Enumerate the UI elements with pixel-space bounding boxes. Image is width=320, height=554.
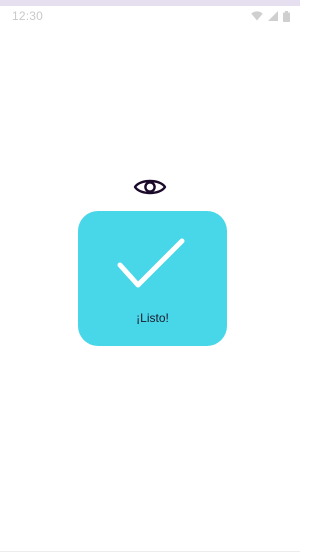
status-time: 12:30 — [12, 9, 44, 23]
success-label: ¡Listo! — [136, 311, 169, 325]
status-bar: 12:30 — [0, 6, 300, 26]
visibility-toggle-button[interactable] — [133, 175, 167, 199]
bottom-divider — [0, 551, 300, 552]
success-card: ¡Listo! — [78, 211, 227, 346]
cellular-signal-icon — [268, 11, 278, 21]
status-icons — [251, 10, 290, 22]
app-screen: 12:30 ¡Listo! — [0, 0, 300, 554]
wifi-icon — [251, 11, 263, 21]
checkmark-icon — [117, 238, 185, 288]
eye-icon — [133, 179, 167, 195]
battery-icon — [283, 10, 290, 22]
